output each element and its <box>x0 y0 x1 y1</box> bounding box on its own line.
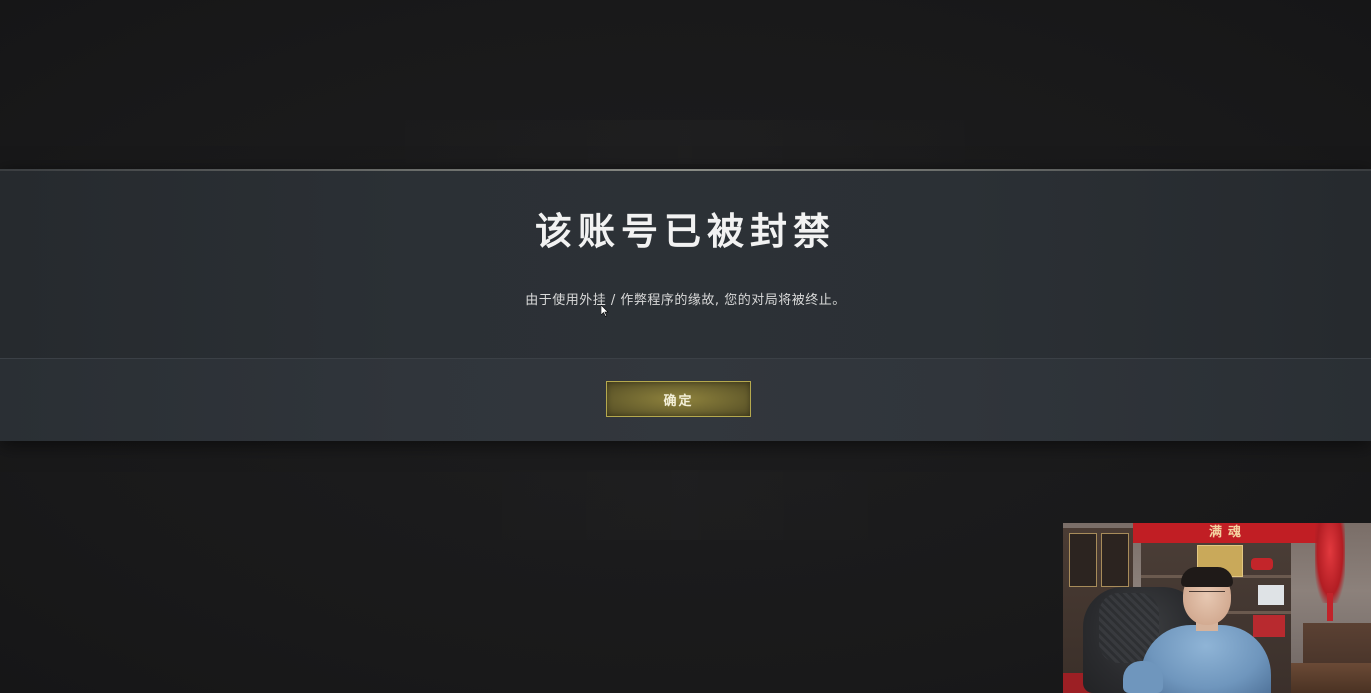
streamer-webcam: 满魂 <box>1063 523 1371 693</box>
ban-dialog: 该账号已被封禁 由于使用外挂 / 作弊程序的缘故, 您的对局将被终止。 确定 <box>0 169 1371 441</box>
webcam-streamer-arm <box>1123 661 1163 693</box>
confirm-button[interactable]: 确定 <box>606 381 751 417</box>
dialog-content-area: 该账号已被封禁 由于使用外挂 / 作弊程序的缘故, 您的对局将被终止。 <box>0 171 1371 358</box>
webcam-banner: 满魂 <box>1133 523 1323 543</box>
webcam-red-box <box>1253 615 1285 637</box>
webcam-lantern-tassel <box>1327 593 1333 621</box>
background-faded-element <box>460 470 910 540</box>
background-faded-text <box>360 120 1010 164</box>
mouse-cursor-icon <box>601 305 609 317</box>
webcam-model-car <box>1251 558 1273 570</box>
dialog-title: 该账号已被封禁 <box>535 210 836 253</box>
webcam-horse-frame <box>1101 533 1129 587</box>
webcam-lantern-ornament <box>1315 523 1345 603</box>
webcam-photo-frame <box>1258 585 1284 605</box>
dialog-message: 由于使用外挂 / 作弊程序的缘故, 您的对局将被终止。 <box>525 293 846 308</box>
webcam-streamer-glasses <box>1189 591 1225 601</box>
game-screen: 该账号已被封禁 由于使用外挂 / 作弊程序的缘故, 您的对局将被终止。 确定 满… <box>0 0 1371 693</box>
webcam-horse-frame <box>1069 533 1097 587</box>
webcam-desk <box>1291 663 1371 693</box>
webcam-streamer-hair <box>1181 567 1233 587</box>
